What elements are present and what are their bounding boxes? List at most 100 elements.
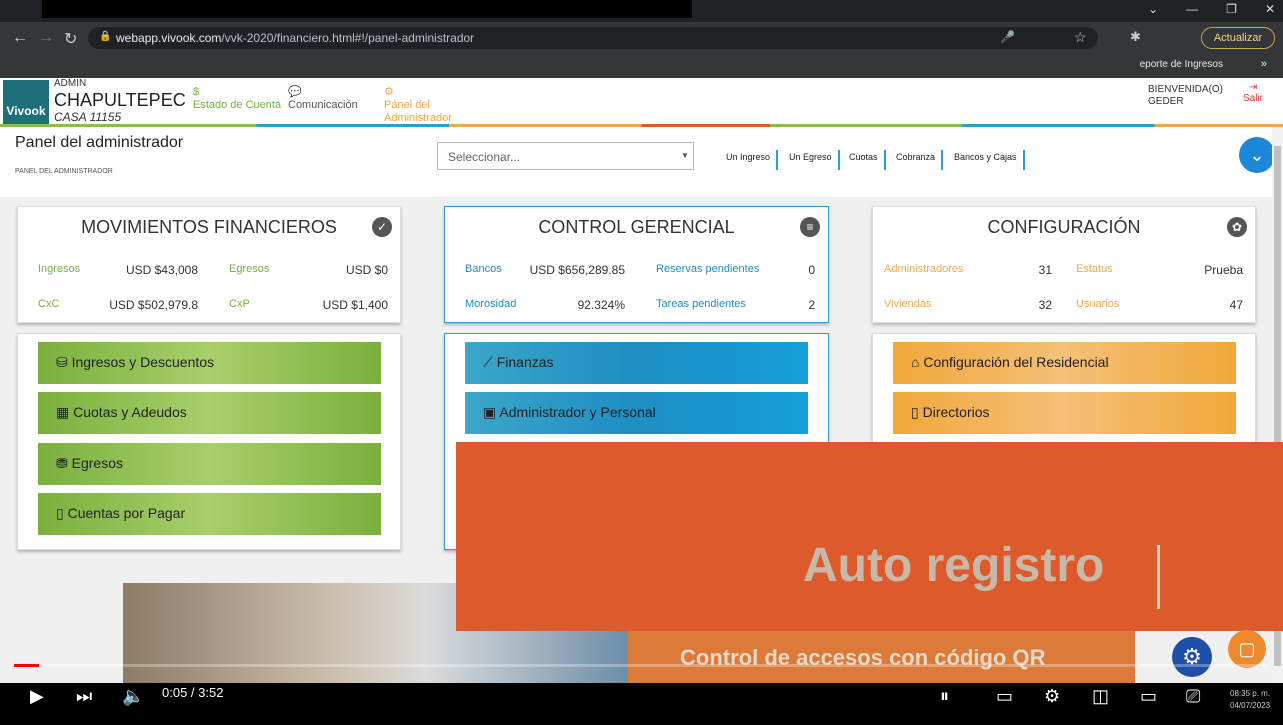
minimize-icon[interactable]: — <box>1186 2 1198 16</box>
label-egresos[interactable]: Egresos <box>229 263 269 275</box>
user-menu[interactable]: BIENVENIDA(O) GEDER <box>1148 84 1223 108</box>
label-usuarios[interactable]: Usuarios <box>1076 298 1119 310</box>
value-egresos: USD $0 <box>345 263 388 277</box>
page-title: Panel del administrador <box>15 134 184 151</box>
nav-estado-cuenta[interactable]: $ Estado de Cuenta <box>193 86 288 112</box>
value-estatus: Prueba <box>1204 263 1243 277</box>
browser-tab[interactable] <box>42 0 692 18</box>
chevron-down-icon[interactable]: ⌄ <box>1148 2 1158 16</box>
check-circle-icon: ✓ <box>372 217 392 237</box>
reload-icon[interactable]: ↻ <box>64 29 77 49</box>
label-cxp[interactable]: CxP <box>229 298 250 310</box>
label-ingresos[interactable]: Ingresos <box>38 263 80 275</box>
vivook-logo[interactable]: Vivook <box>3 80 49 124</box>
document-icon: ▯ <box>56 505 68 521</box>
value-reservas: 0 <box>808 263 815 277</box>
selector-dropdown[interactable]: Seleccionar... <box>437 142 694 170</box>
welcome-label: BIENVENIDA(O) <box>1148 84 1224 95</box>
dollar-circle-icon: $ <box>193 86 200 98</box>
update-button[interactable]: Actualizar <box>1201 27 1275 49</box>
chart-line-icon: ⟋ <box>483 354 497 370</box>
label-morosidad[interactable]: Morosidad <box>465 298 516 310</box>
url-domain: webapp.vivook.com <box>116 31 222 45</box>
btn-ingresos-descuentos[interactable]: ⛁ Ingresos y Descuentos <box>38 342 381 384</box>
subtitles-icon[interactable]: ▭ <box>996 686 1013 707</box>
btn-cuentas-pagar[interactable]: ▯ Cuentas por Pagar <box>38 493 381 535</box>
value-administradores: 31 <box>1038 263 1052 277</box>
panel-green-actions: ⛁ Ingresos y Descuentos ▦ Cuotas y Adeud… <box>17 333 401 550</box>
money-icon: ⛃ <box>56 455 72 471</box>
btn-label: Configuración del Residencial <box>923 354 1109 370</box>
autoplay-toggle[interactable]: ⏸ <box>940 686 949 707</box>
label-tareas[interactable]: Tareas pendientes <box>656 298 746 310</box>
volume-icon[interactable]: 🔈 <box>122 686 144 707</box>
promo-subline: Control de accesos con código QR <box>680 645 1046 670</box>
close-icon[interactable]: ✕ <box>1265 2 1275 16</box>
logout-icon: ⇥ <box>1248 82 1258 93</box>
label-estatus[interactable]: Estatus <box>1076 263 1113 275</box>
chat-bubbles-icon: 💬 <box>288 86 302 98</box>
btn-label: Egresos <box>71 455 123 471</box>
card-title: CONTROL GERENCIAL <box>538 217 735 237</box>
value-tareas: 2 <box>808 298 815 312</box>
quick-link-bancos[interactable]: Bancos y Cajas <box>954 150 1025 170</box>
lock-icon: 🔒 <box>99 31 112 42</box>
nav-label: Estado de Cuenta <box>193 99 282 111</box>
nav-panel-admin[interactable]: ⚙ Pánel del Administrador <box>384 86 464 125</box>
star-icon[interactable]: ☆ <box>1074 29 1087 46</box>
btn-cuotas-adeudos[interactable]: ▦ Cuotas y Adeudos <box>38 392 381 434</box>
card-control: CONTROL GERENCIAL ≡ Bancos USD $656,289.… <box>444 206 829 323</box>
play-icon[interactable]: ▶ <box>30 686 44 707</box>
calculator-icon: ▦ <box>56 404 74 420</box>
quick-link-cobranza[interactable]: Cobranza <box>896 150 944 170</box>
admin-label: ADMIN <box>54 78 87 89</box>
clock-date: 04/07/2023 <box>1230 701 1271 710</box>
label-administradores[interactable]: Administradores <box>884 263 963 275</box>
expand-circle-icon[interactable]: ⌄ <box>1239 137 1275 173</box>
back-icon[interactable]: ← <box>12 29 28 47</box>
text-cursor <box>1157 545 1160 609</box>
card-title: CONFIGURACIÓN <box>987 217 1141 237</box>
miniplayer-icon[interactable]: ◫ <box>1092 686 1109 707</box>
caret-down-icon: ▼ <box>681 151 689 160</box>
quick-link-cuotas[interactable]: Cuotas <box>849 150 886 170</box>
bookmarks-bar <box>0 56 1283 78</box>
card-financial: MOVIMIENTOS FINANCIEROS ✓ Ingresos USD $… <box>17 206 401 323</box>
nav-comunicacion[interactable]: 💬 Comunicación <box>288 86 378 112</box>
extensions-icon[interactable]: ✱ <box>1130 29 1141 45</box>
btn-label: Finanzas <box>496 354 554 370</box>
btn-config-residencial[interactable]: ⌂ Configuración del Residencial <box>893 342 1236 384</box>
panel-orange-actions: ⌂ Configuración del Residencial ▯ Direct… <box>872 333 1256 443</box>
restore-icon[interactable]: ❐ <box>1226 2 1237 16</box>
label-viviendas[interactable]: Viviendas <box>884 298 932 310</box>
video-progress-track[interactable] <box>14 664 1269 667</box>
chat-icon[interactable]: ▢ <box>1228 630 1266 668</box>
settings-icon[interactable]: ⚙ <box>1044 686 1060 707</box>
cast-icon[interactable]: ⎚ <box>1186 686 1200 707</box>
card-title: MOVIMIENTOS FINANCIEROS <box>81 217 337 237</box>
microphone-icon[interactable]: 🎤 <box>1000 30 1015 44</box>
bookmarks-more[interactable]: » <box>1261 58 1267 70</box>
btn-egresos[interactable]: ⛃ Egresos <box>38 443 381 485</box>
btn-directorios[interactable]: ▯ Directorios <box>893 392 1236 434</box>
theater-icon[interactable]: ▭ <box>1140 686 1157 707</box>
gear-circle-icon: ✿ <box>1227 217 1247 237</box>
url-path: /vvk-2020/financiero.html#!/panel-admini… <box>221 31 475 45</box>
logout-button[interactable]: ⇥ Salir <box>1243 82 1263 104</box>
value-usuarios: 47 <box>1229 298 1243 312</box>
next-icon[interactable]: ⏭ <box>76 686 92 707</box>
video-progress-fill <box>14 664 40 667</box>
forward-icon[interactable]: → <box>38 29 54 47</box>
network-icon: ⚙ <box>384 86 394 98</box>
label-bancos[interactable]: Bancos <box>465 263 502 275</box>
btn-finanzas[interactable]: ⟋ Finanzas <box>465 342 808 384</box>
btn-admin-personal[interactable]: ▣ Administrador y Personal <box>465 392 808 434</box>
label-reservas[interactable]: Reservas pendientes <box>656 263 759 275</box>
value-bancos: USD $656,289.85 <box>529 263 625 277</box>
quick-link-egreso[interactable]: Un Egreso <box>789 150 840 170</box>
bookmark-item[interactable]: eporte de Ingresos <box>1140 59 1223 70</box>
quick-link-ingreso[interactable]: Un Ingreso <box>726 150 779 170</box>
url-text[interactable]: webapp.vivook.com/vvk-2020/financiero.ht… <box>116 31 474 45</box>
settings-gear-icon[interactable]: ⚙ <box>1172 637 1212 677</box>
label-cxc[interactable]: CxC <box>38 298 59 310</box>
